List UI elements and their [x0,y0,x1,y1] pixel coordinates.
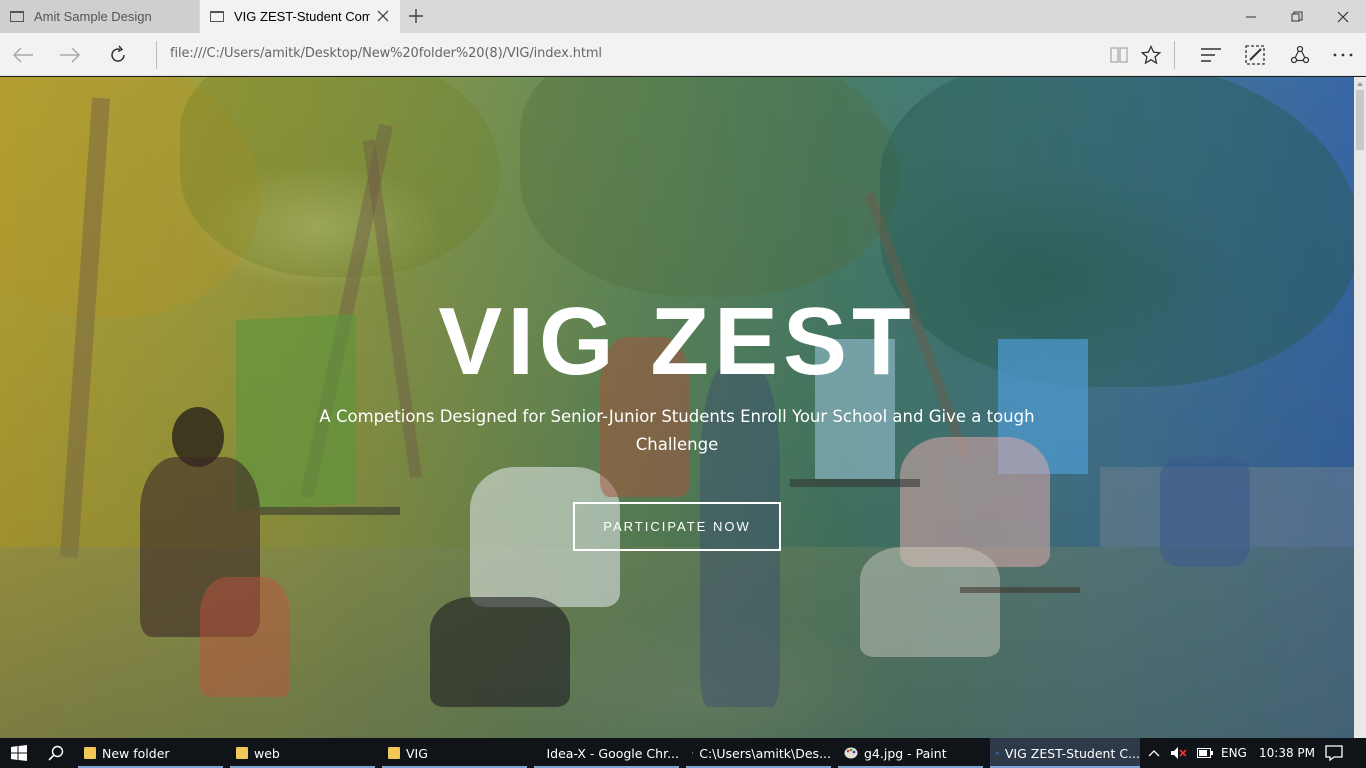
share-icon [1290,45,1310,63]
start-button[interactable] [0,738,38,768]
clock[interactable]: 10:38 PM [1259,738,1315,768]
refresh-button[interactable] [95,33,141,76]
search-button[interactable] [38,738,74,768]
vertical-scrollbar[interactable] [1354,77,1366,738]
language-indicator[interactable]: ENG [1221,738,1247,768]
hero-subtitle: A Competions Designed for Senior-Junior … [319,407,1035,454]
close-window-button[interactable] [1320,0,1366,33]
more-button[interactable] [1320,33,1366,76]
hub-button[interactable] [1188,33,1234,76]
minimize-icon [1246,16,1256,17]
action-center-button[interactable] [1325,738,1343,768]
notification-icon [1325,745,1343,761]
volume-muted-icon [1171,747,1187,759]
tab-label: Amit Sample Design [34,9,152,24]
edge-icon [996,751,999,755]
back-button[interactable] [0,33,46,76]
folder-icon [236,747,248,759]
taskbar-item-paint[interactable]: g4.jpg - Paint [838,738,983,768]
taskbar-item-label: Idea-X - Google Chr... [546,745,680,761]
forward-arrow-icon [60,46,81,63]
chevron-up-icon [1148,750,1160,757]
restore-button[interactable] [1274,0,1320,33]
star-icon [1141,44,1161,64]
new-tab-icon[interactable] [407,7,425,25]
paint-icon [844,747,858,759]
book-icon [1110,46,1128,63]
address-bar: file:///C:/Users/amitk/Desktop/New%20fol… [0,33,1366,76]
taskbar-item-label: g4.jpg - Paint [864,745,947,761]
taskbar-item-edge[interactable]: VIG ZEST-Student C... [990,738,1140,768]
tab-label: VIG ZEST-Student Comp [234,9,370,24]
scroll-up-arrow-icon[interactable] [1357,82,1363,86]
taskbar-item-new-folder[interactable]: New folder [78,738,223,768]
participate-now-button[interactable]: PARTICIPATE NOW [573,502,781,551]
hub-icon [1201,47,1221,62]
taskbar-item-notepad[interactable]: C:\Users\amitk\Des... [686,738,831,768]
toolbar-separator [1174,41,1175,69]
forward-button[interactable] [47,33,93,76]
windows-logo-icon [11,745,27,761]
scrollbar-thumb[interactable] [1356,90,1364,150]
close-icon [1337,11,1349,22]
web-note-button[interactable] [1232,33,1278,76]
page-icon [10,11,24,22]
taskbar-item-label: VIG [406,745,428,761]
taskbar-item-label: New folder [102,745,170,761]
page-icon [210,11,224,22]
tab-amit-sample-design[interactable]: Amit Sample Design [0,0,199,33]
restore-icon [1291,11,1303,21]
page-viewport: VIG ZEST A Competions Designed for Senio… [0,77,1354,738]
taskbar: New folder web VIG Idea-X - Google Chr..… [0,738,1366,768]
notepad-icon [692,752,694,754]
volume-button[interactable] [1170,738,1188,768]
taskbar-item-label: web [254,745,280,761]
browser-tab-bar: Amit Sample Design VIG ZEST-Student Comp [0,0,1366,33]
share-button[interactable] [1277,33,1323,76]
more-icon [1333,53,1353,56]
refresh-icon [111,45,125,62]
url-separator [156,41,157,69]
battery-icon [1197,748,1213,758]
folder-icon [388,747,400,759]
taskbar-item-chrome[interactable]: Idea-X - Google Chr... [534,738,679,768]
show-hidden-icons-button[interactable] [1148,738,1160,768]
back-arrow-icon [12,46,33,63]
taskbar-item-label: C:\Users\amitk\Des... [699,745,831,761]
tab-vig-zest[interactable]: VIG ZEST-Student Comp [200,0,400,33]
folder-icon [84,747,96,759]
minimize-button[interactable] [1228,0,1274,33]
taskbar-item-label: VIG ZEST-Student C... [1004,745,1140,761]
hero-title: VIG ZEST [438,288,916,395]
taskbar-item-web[interactable]: web [230,738,375,768]
taskbar-item-vig[interactable]: VIG [382,738,527,768]
web-note-icon [1245,44,1265,65]
battery-button[interactable] [1197,738,1213,768]
favorite-button[interactable] [1128,33,1174,76]
url-field[interactable]: file:///C:/Users/amitk/Desktop/New%20fol… [170,46,602,61]
close-tab-icon[interactable] [376,9,390,23]
search-icon [48,745,64,761]
chrome-icon [540,752,541,754]
